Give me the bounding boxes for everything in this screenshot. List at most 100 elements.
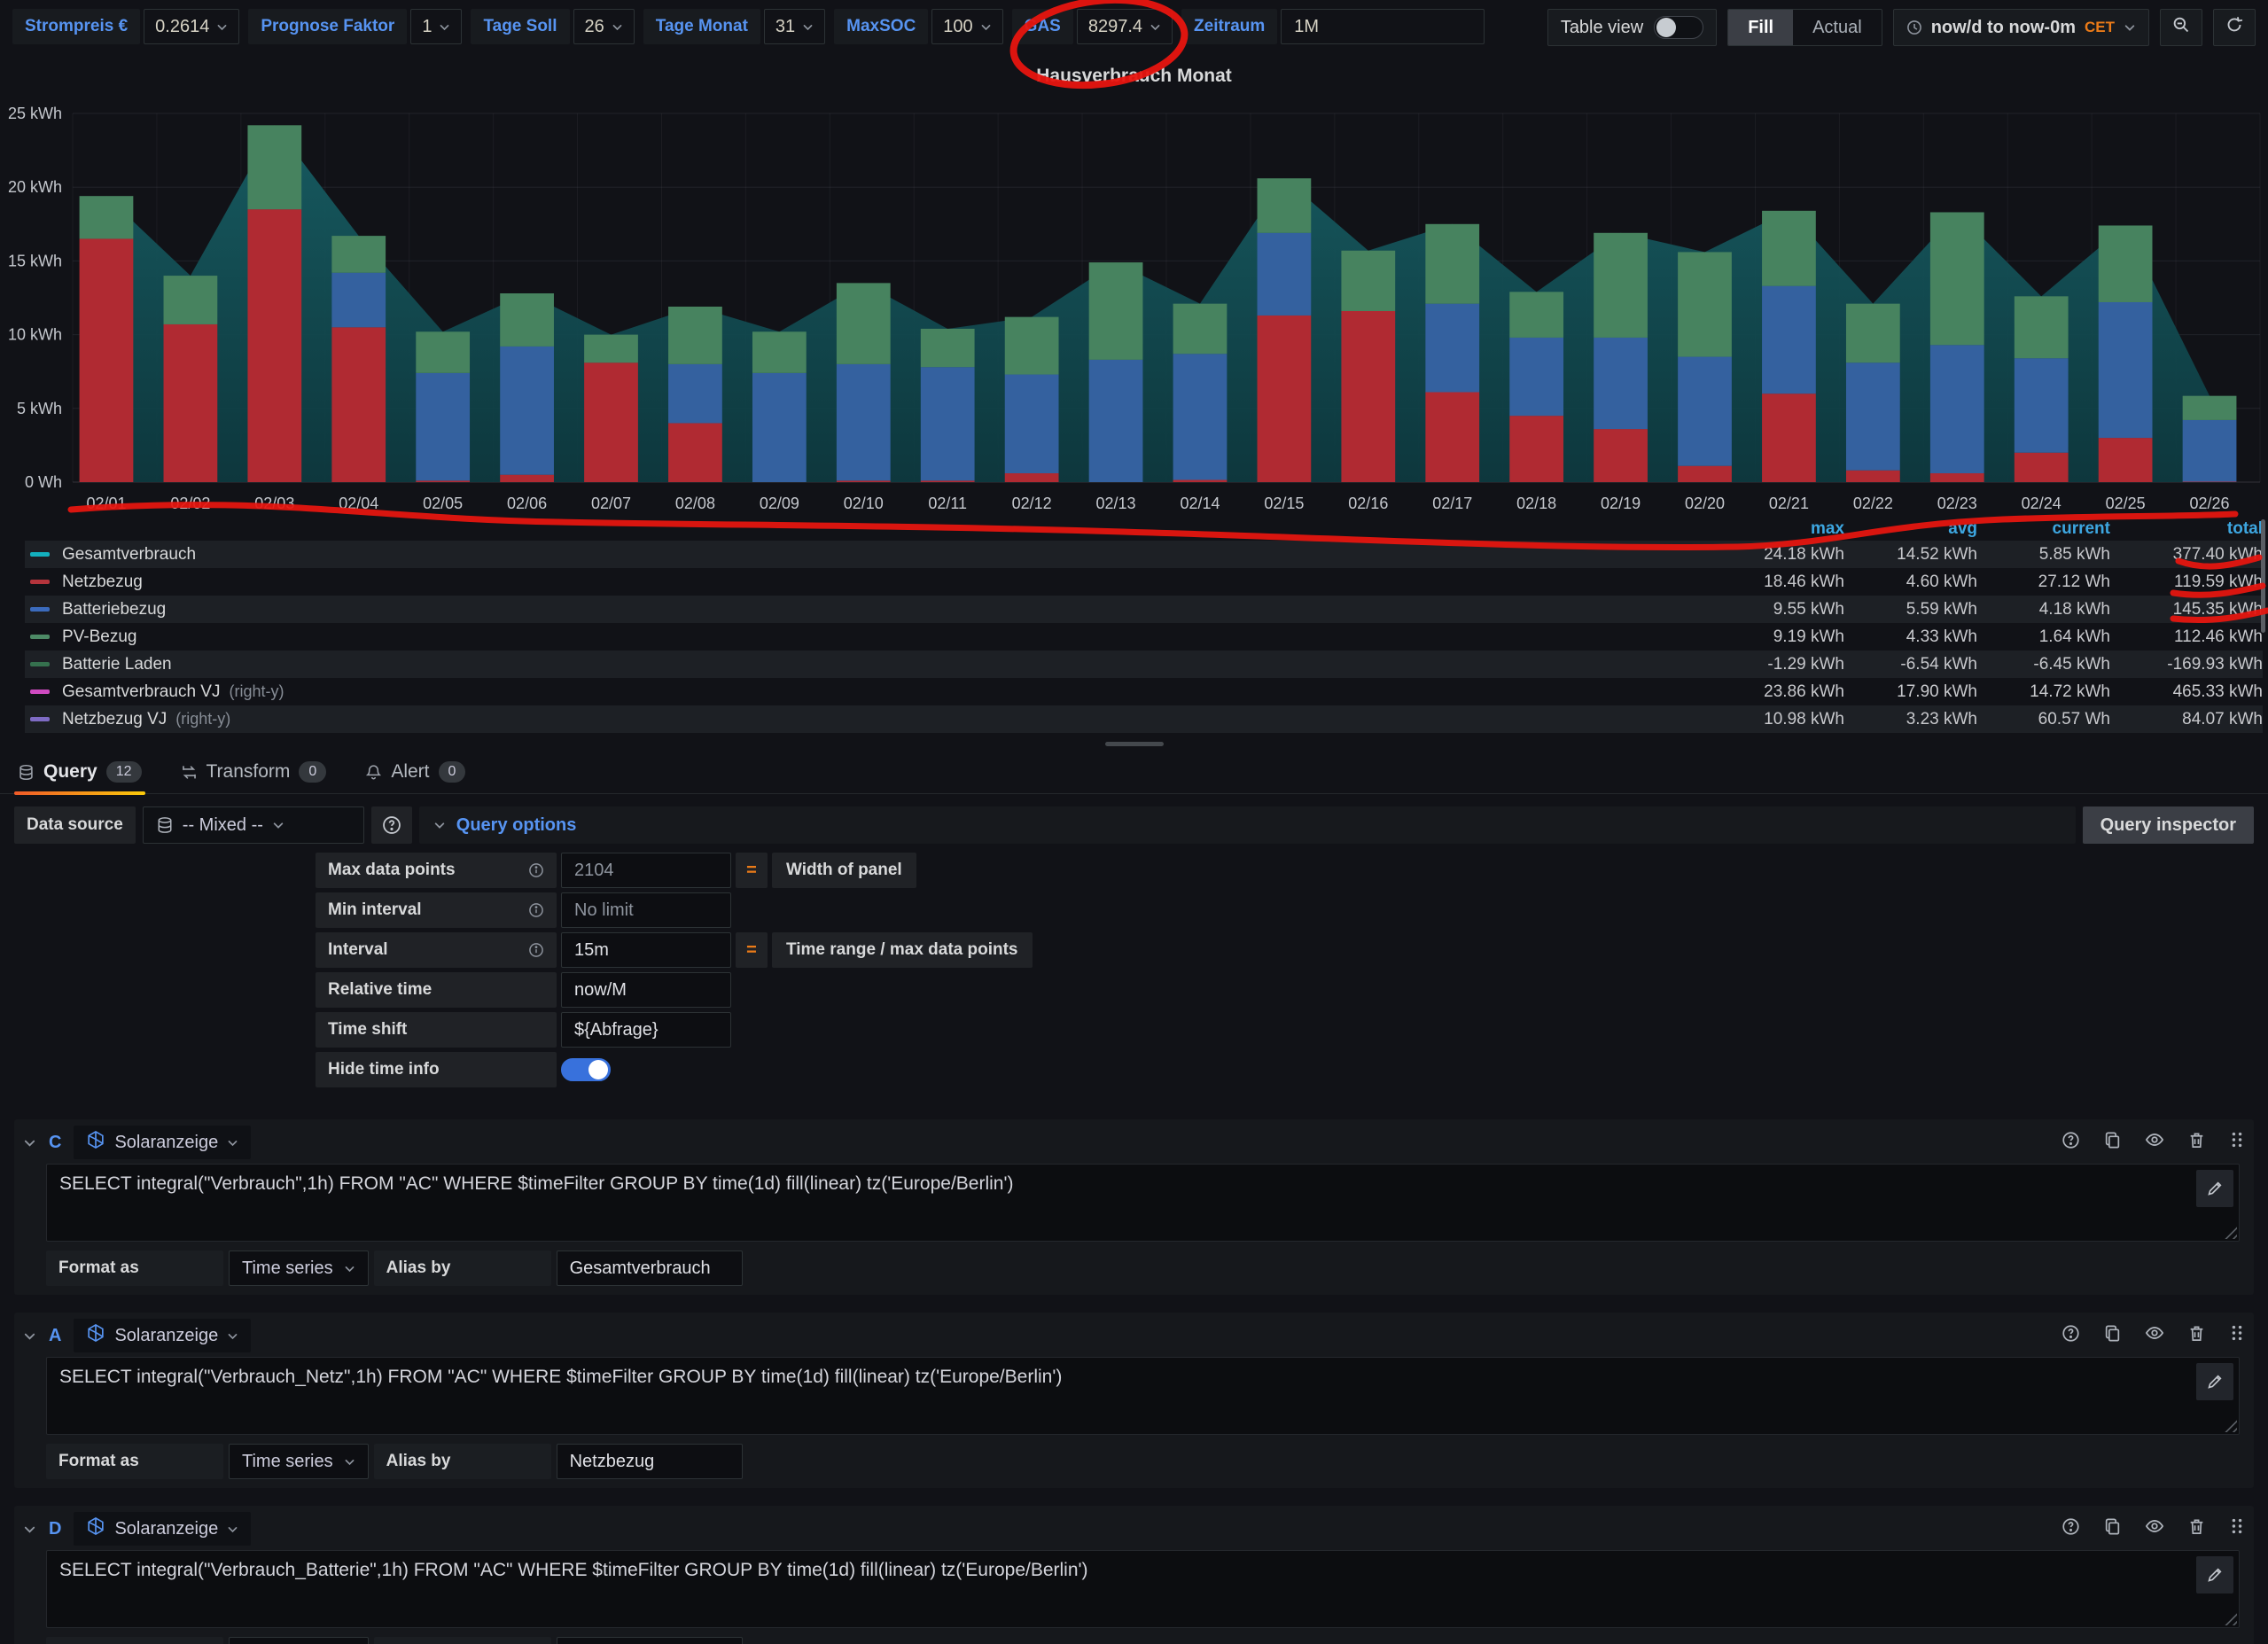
legend-col-total[interactable]: total <box>2110 519 2263 539</box>
x-axis-tick: 02/20 <box>1685 495 1725 512</box>
table-view-switch[interactable] <box>1654 16 1703 39</box>
textarea-resize-handle[interactable] <box>2225 1227 2237 1239</box>
query-help-icon[interactable] <box>2061 1324 2080 1348</box>
bar-batteriebezug <box>837 364 891 480</box>
variable-value-dropdown[interactable]: 8297.4 <box>1077 9 1173 44</box>
option-value-input[interactable]: now/M <box>561 972 731 1008</box>
variable-value-dropdown[interactable]: 100 <box>931 9 1002 44</box>
bar-netzbezug <box>1341 311 1395 482</box>
option-value-input[interactable]: 2104 <box>561 853 731 888</box>
series-label[interactable]: Gesamtverbrauch <box>62 545 196 565</box>
actual-button[interactable]: Actual <box>1793 10 1882 45</box>
legend-col-max[interactable]: max <box>1711 519 1844 539</box>
edit-query-pencil-button[interactable] <box>2196 1363 2233 1400</box>
stat-avg: 14.52 kWh <box>1844 545 1977 565</box>
alias-input[interactable]: Gesamtverbrauch <box>557 1251 743 1286</box>
series-label[interactable]: Gesamtverbrauch VJ <box>62 682 220 702</box>
option-value-input[interactable]: ${Abfrage} <box>561 1012 731 1048</box>
textarea-resize-handle[interactable] <box>2225 1613 2237 1625</box>
series-label[interactable]: Batteriebezug <box>62 600 166 619</box>
legend-col-current[interactable]: current <box>1977 519 2110 539</box>
hide-query-eye-icon[interactable] <box>2145 1516 2164 1541</box>
format-as-label: Format as <box>46 1444 223 1479</box>
legend-row: Netzbezug 18.46 kWh 4.60 kWh 27.12 Wh 11… <box>25 568 2263 596</box>
collapse-chevron-icon[interactable] <box>23 1329 36 1343</box>
zoom-out-button[interactable] <box>2160 9 2202 46</box>
delete-query-trash-icon[interactable] <box>2187 1131 2206 1155</box>
textarea-resize-handle[interactable] <box>2225 1420 2237 1432</box>
time-range-picker[interactable]: now/d to now-0m CET <box>1893 9 2149 46</box>
sql-query-textarea[interactable]: SELECT integral("Verbrauch_Batterie",1h)… <box>46 1550 2240 1628</box>
info-icon[interactable] <box>528 862 544 878</box>
series-label[interactable]: Batterie Laden <box>62 655 172 674</box>
bar-batteriebezug <box>1173 354 1228 479</box>
bar-pv-bezug <box>1173 304 1228 355</box>
hide-query-eye-icon[interactable] <box>2145 1323 2164 1348</box>
time-series-chart[interactable]: 25 kWh20 kWh15 kWh10 kWh5 kWh0 Wh02/0102… <box>0 90 2268 518</box>
variable-value-dropdown[interactable]: 31 <box>764 9 825 44</box>
query-datasource-picker[interactable]: Solaranzeige <box>74 1319 251 1352</box>
query-row-A: A Solaranzeige SELECT integral("Verbra <box>14 1313 2254 1488</box>
drag-handle-grip-icon[interactable] <box>2229 1131 2245 1154</box>
variable-value-dropdown[interactable]: 0.2614 <box>144 9 239 44</box>
x-axis-tick: 02/01 <box>86 495 126 512</box>
data-source-select[interactable]: -- Mixed -- <box>143 806 364 844</box>
refresh-button[interactable] <box>2213 9 2256 46</box>
format-as-select[interactable]: Time series <box>229 1251 369 1286</box>
option-label: Hide time info <box>328 1060 440 1079</box>
tab-count-badge: 0 <box>439 761 466 783</box>
hide-time-info-switch[interactable] <box>561 1058 611 1081</box>
tab-alert[interactable]: Alert 0 <box>362 754 469 793</box>
legend-scrollbar[interactable] <box>2261 519 2265 633</box>
query-inspector-button[interactable]: Query inspector <box>2083 806 2254 844</box>
x-axis-tick: 02/13 <box>1096 495 1136 512</box>
variable-value-dropdown[interactable]: 1 <box>410 9 462 44</box>
variable-value-dropdown[interactable]: 26 <box>573 9 635 44</box>
query-options-header[interactable]: Query options <box>419 806 2076 844</box>
info-icon[interactable] <box>528 942 544 958</box>
zeitraum-input[interactable]: 1M <box>1281 9 1485 44</box>
tab-transform[interactable]: Transform 0 <box>177 754 331 793</box>
query-help-icon[interactable] <box>2061 1131 2080 1155</box>
edit-query-pencil-button[interactable] <box>2196 1556 2233 1593</box>
option-value-input[interactable]: 15m <box>561 932 731 968</box>
edit-query-pencil-button[interactable] <box>2196 1170 2233 1207</box>
query-datasource-picker[interactable]: Solaranzeige <box>74 1126 251 1159</box>
query-help-icon[interactable] <box>2061 1517 2080 1541</box>
info-icon[interactable] <box>528 902 544 918</box>
delete-query-trash-icon[interactable] <box>2187 1517 2206 1541</box>
collapse-chevron-icon[interactable] <box>23 1523 36 1536</box>
sql-query-textarea[interactable]: SELECT integral("Verbrauch",1h) FROM "AC… <box>46 1164 2240 1242</box>
delete-query-trash-icon[interactable] <box>2187 1324 2206 1348</box>
option-value-input[interactable]: No limit <box>561 892 731 928</box>
table-view-toggle[interactable]: Table view <box>1547 9 1717 46</box>
series-label[interactable]: Netzbezug <box>62 573 143 592</box>
series-label[interactable]: PV-Bezug <box>62 627 137 647</box>
legend-col-avg[interactable]: avg <box>1844 519 1977 539</box>
drag-handle-grip-icon[interactable] <box>2229 1324 2245 1347</box>
hide-query-eye-icon[interactable] <box>2145 1130 2164 1155</box>
influxdb-datasource-icon <box>86 1130 105 1155</box>
drag-handle-grip-icon[interactable] <box>2229 1517 2245 1540</box>
format-as-select[interactable]: Time series <box>229 1637 369 1644</box>
alias-input[interactable]: Batteriebezug <box>557 1637 743 1644</box>
query-datasource-picker[interactable]: Solaranzeige <box>74 1512 251 1546</box>
chevron-down-icon <box>433 819 446 831</box>
panel-resize-handle[interactable] <box>1105 742 1164 746</box>
alias-input[interactable]: Netzbezug <box>557 1444 743 1479</box>
stat-avg: -6.54 kWh <box>1844 655 1977 674</box>
duplicate-query-icon[interactable] <box>2103 1517 2122 1541</box>
sql-query-textarea[interactable]: SELECT integral("Verbrauch_Netz",1h) FRO… <box>46 1357 2240 1435</box>
duplicate-query-icon[interactable] <box>2103 1324 2122 1348</box>
datasource-help-button[interactable] <box>371 806 412 844</box>
influxdb-datasource-icon <box>86 1516 105 1541</box>
x-axis-tick: 02/02 <box>170 495 210 512</box>
format-as-select[interactable]: Time series <box>229 1444 369 1479</box>
collapse-chevron-icon[interactable] <box>23 1136 36 1149</box>
series-label[interactable]: Netzbezug VJ <box>62 710 167 729</box>
fill-button[interactable]: Fill <box>1728 10 1793 45</box>
chevron-down-icon <box>227 1330 238 1342</box>
duplicate-query-icon[interactable] <box>2103 1131 2122 1155</box>
chevron-down-icon <box>612 21 623 33</box>
tab-query[interactable]: Query 12 <box>14 754 145 793</box>
